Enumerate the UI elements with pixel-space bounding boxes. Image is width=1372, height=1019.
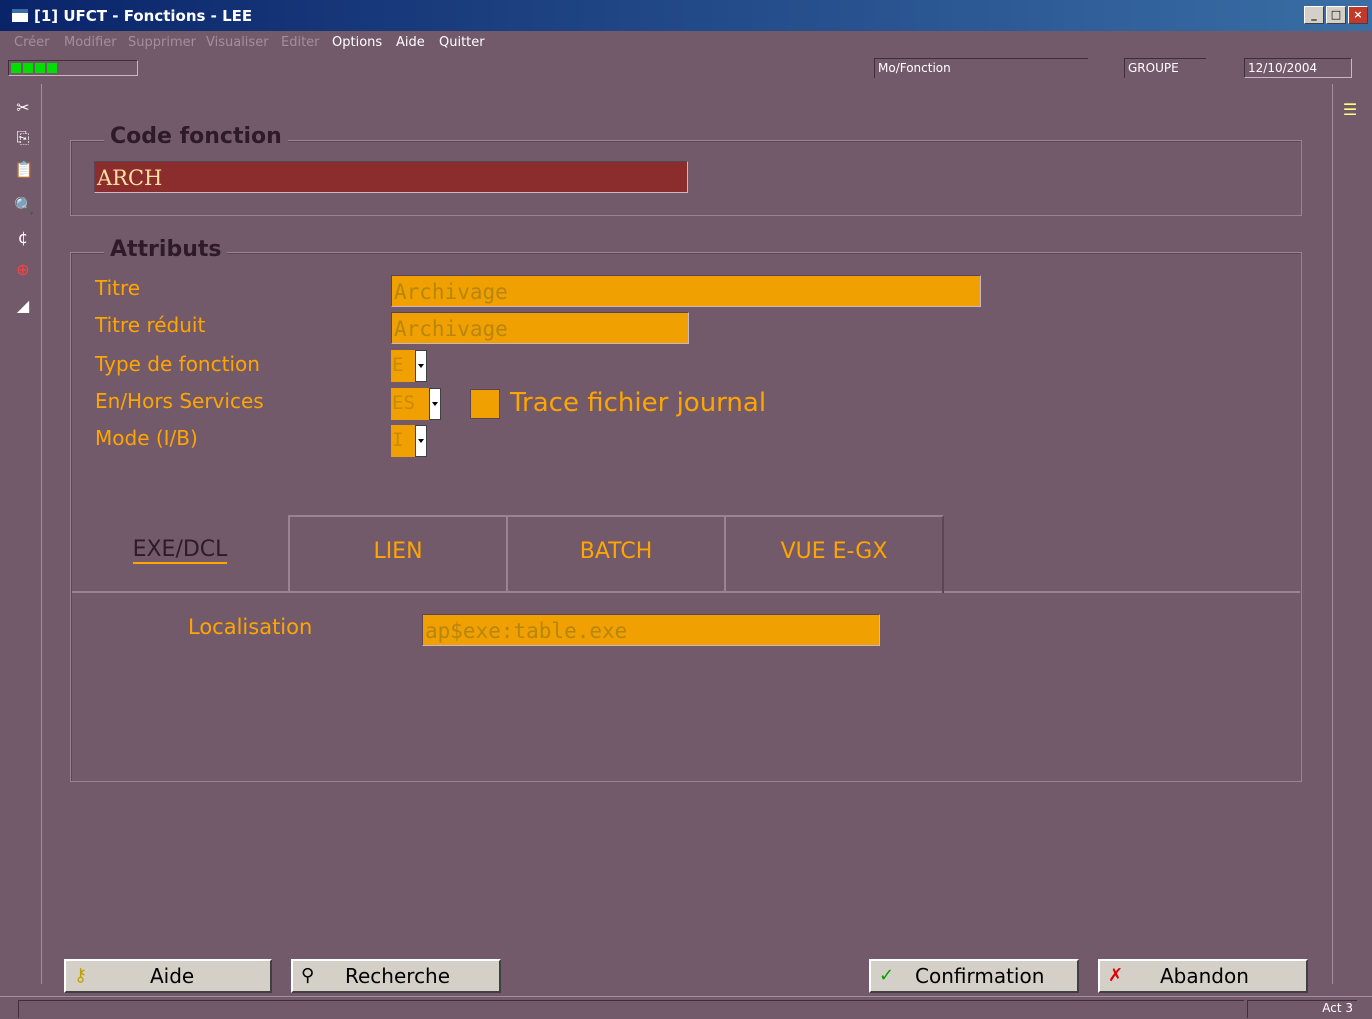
close-icon[interactable]: ×: [1348, 6, 1368, 24]
left-toolbar: ✂ ⎘ 📋 🔍 ¢ ⊕ ◢: [6, 84, 42, 984]
activity-indicator: [8, 60, 138, 76]
target-icon[interactable]: ⊕: [14, 260, 32, 280]
menu-supprimer: Supprimer: [128, 35, 196, 50]
status-group: GROUPE: [1124, 58, 1206, 78]
trace-label: Trace fichier journal: [510, 388, 767, 418]
bottom-status-bar: Act 3: [0, 996, 1372, 1019]
menu-bar: Créer Modifier Supprimer Visualiser Edit…: [0, 31, 1372, 56]
service-value: ES: [392, 392, 415, 414]
titre-reduit-label: Titre réduit: [95, 313, 206, 337]
currency-icon[interactable]: ¢: [14, 228, 32, 248]
chevron-down-icon[interactable]: [415, 425, 427, 457]
localisation-input[interactable]: ap$exe:table.exe: [422, 614, 880, 646]
status-mode: Mo/Fonction: [874, 58, 1088, 78]
menu-aide[interactable]: Aide: [396, 35, 425, 50]
maximize-icon[interactable]: □: [1326, 6, 1346, 24]
titre-reduit-input[interactable]: Archivage: [391, 312, 689, 344]
tab-lien[interactable]: LIEN: [288, 515, 508, 593]
mode-label: Mode (I/B): [95, 426, 198, 450]
menu-modifier: Modifier: [64, 35, 117, 50]
cross-icon: ✗: [1108, 965, 1124, 986]
chevron-down-icon[interactable]: [415, 350, 427, 382]
status-message: [18, 1000, 1244, 1018]
mode-value: I: [392, 429, 404, 451]
minimize-icon[interactable]: _: [1304, 6, 1324, 24]
trace-checkbox[interactable]: [470, 389, 500, 419]
check-icon: ✓: [879, 965, 895, 986]
tab-batch[interactable]: BATCH: [506, 515, 726, 593]
confirmation-button[interactable]: ✓ Confirmation: [869, 959, 1079, 993]
menu-creer: Créer: [14, 35, 50, 50]
titre-input[interactable]: Archivage: [391, 275, 981, 307]
titre-label: Titre: [95, 276, 141, 300]
abandon-button[interactable]: ✗ Abandon: [1098, 959, 1308, 993]
right-toolbar: ☰: [1332, 84, 1366, 984]
menu-visualiser: Visualiser: [206, 35, 269, 50]
service-label: En/Hors Services: [95, 389, 264, 413]
recherche-button[interactable]: ⚲ Recherche: [291, 959, 501, 993]
menu-options[interactable]: Options: [332, 35, 382, 50]
title-bar: [1] UFCT - Fonctions - LEE _ □ ×: [0, 0, 1372, 31]
cut-icon[interactable]: ✂: [14, 98, 32, 118]
menu-editer: Editer: [281, 35, 320, 50]
menu-quitter[interactable]: Quitter: [439, 35, 485, 50]
binoculars-icon: ⚲: [301, 965, 315, 986]
paste-icon[interactable]: 📋: [14, 160, 34, 180]
chevron-down-icon[interactable]: [429, 388, 441, 420]
type-fonction-select[interactable]: E: [391, 350, 427, 382]
eraser-icon[interactable]: ◢: [14, 296, 32, 316]
service-select[interactable]: ES: [391, 388, 441, 420]
window-title: [1] UFCT - Fonctions - LEE: [34, 7, 253, 25]
attributes-frame-label: Attributs: [104, 237, 228, 262]
type-fonction-value: E: [392, 354, 404, 376]
status-date: 12/10/2004: [1244, 58, 1352, 78]
tab-vue-egx[interactable]: VUE E-GX: [724, 515, 944, 593]
key-icon: ⚷: [74, 965, 88, 986]
code-fonction-input[interactable]: ARCH: [94, 161, 688, 193]
localisation-label: Localisation: [188, 615, 313, 639]
aide-button[interactable]: ⚷ Aide: [64, 959, 272, 993]
app-icon: [12, 9, 28, 22]
tab-exe-dcl[interactable]: EXE/DCL: [72, 515, 290, 593]
list-icon[interactable]: ☰: [1341, 100, 1359, 120]
code-frame-label: Code fonction: [104, 124, 288, 149]
status-row: Mo/Fonction GROUPE 12/10/2004: [0, 56, 1372, 80]
copy-icon[interactable]: ⎘: [14, 128, 32, 148]
status-act: Act 3: [1247, 1000, 1357, 1018]
zoom-icon[interactable]: 🔍: [14, 196, 34, 216]
mode-select[interactable]: I: [391, 425, 427, 457]
type-fonction-label: Type de fonction: [95, 352, 260, 376]
